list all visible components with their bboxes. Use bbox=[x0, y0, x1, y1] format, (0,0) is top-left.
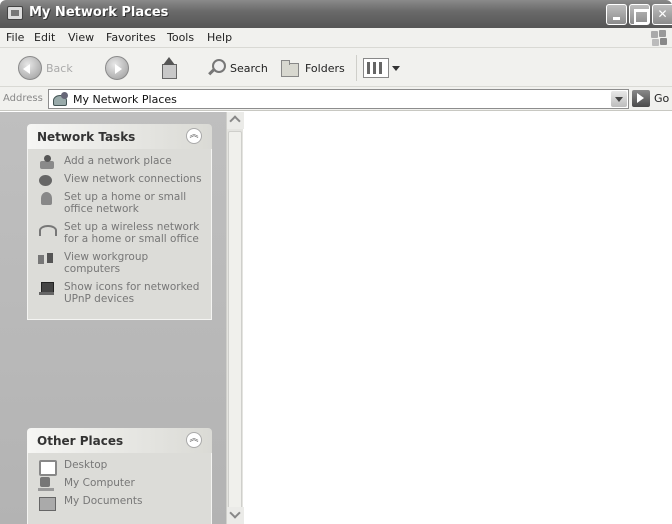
place-my-documents[interactable]: My Documents bbox=[38, 495, 205, 511]
network-places-icon bbox=[7, 6, 23, 20]
task-pane: Network Tasks ︽ Add a network place View… bbox=[0, 112, 226, 524]
task-setup-home-network[interactable]: Set up a home or small office network bbox=[38, 191, 205, 215]
close-icon: ✕ bbox=[657, 7, 668, 21]
window-title: My Network Places bbox=[29, 5, 169, 20]
windows-logo-icon bbox=[650, 29, 668, 47]
my-documents-icon bbox=[38, 495, 56, 511]
views-button[interactable] bbox=[363, 56, 400, 80]
task-pane-scrollbar[interactable] bbox=[226, 112, 244, 524]
task-label: View workgroup computers bbox=[64, 251, 149, 275]
maximize-icon bbox=[630, 9, 649, 24]
other-places-title: Other Places bbox=[37, 434, 124, 448]
network-tasks-title: Network Tasks bbox=[37, 130, 136, 144]
task-show-upnp-devices[interactable]: Show icons for networked UPnP devices bbox=[38, 281, 205, 305]
minimize-button[interactable] bbox=[606, 4, 627, 25]
scroll-up-arrow-icon[interactable] bbox=[227, 112, 244, 129]
views-icon bbox=[363, 58, 389, 78]
folders-button[interactable]: Folders bbox=[279, 56, 345, 80]
back-button[interactable]: Back bbox=[18, 56, 73, 80]
other-places-panel: Other Places ︽ Desktop My Computer My Do… bbox=[27, 428, 212, 524]
home-network-icon bbox=[38, 191, 56, 207]
scrollbar-thumb[interactable] bbox=[228, 131, 242, 509]
address-value: My Network Places bbox=[73, 93, 177, 106]
search-icon bbox=[206, 58, 226, 78]
my-computer-icon bbox=[38, 477, 56, 493]
toolbar: Back Search Folders bbox=[0, 48, 672, 87]
wireless-network-icon bbox=[38, 221, 57, 237]
add-network-place-icon bbox=[38, 155, 56, 171]
task-setup-wireless-network[interactable]: Set up a wireless network for a home or … bbox=[38, 221, 205, 245]
task-label: View network connections bbox=[64, 173, 202, 185]
network-tasks-list: Add a network place View network connect… bbox=[27, 149, 212, 320]
go-button[interactable]: Go bbox=[632, 90, 669, 107]
folders-label: Folders bbox=[305, 61, 345, 75]
forward-button[interactable] bbox=[105, 56, 129, 80]
menu-bar: File Edit View Favorites Tools Help bbox=[0, 28, 672, 48]
place-desktop[interactable]: Desktop bbox=[38, 459, 205, 476]
task-label: Set up a wireless network for a home or … bbox=[64, 221, 200, 245]
forward-arrow-icon bbox=[105, 56, 129, 80]
menu-tools[interactable]: Tools bbox=[167, 31, 194, 44]
place-label: Desktop bbox=[64, 459, 108, 471]
address-dropdown-button[interactable] bbox=[611, 91, 627, 107]
desktop-icon bbox=[38, 459, 57, 476]
minimize-icon bbox=[607, 17, 626, 20]
address-input[interactable]: My Network Places bbox=[48, 89, 629, 109]
go-label: Go bbox=[654, 92, 670, 105]
task-add-network-place[interactable]: Add a network place bbox=[38, 155, 205, 169]
menu-view[interactable]: View bbox=[68, 31, 94, 44]
network-tasks-header[interactable]: Network Tasks ︽ bbox=[27, 124, 212, 149]
search-label: Search bbox=[230, 61, 268, 75]
maximize-button[interactable] bbox=[629, 4, 650, 25]
place-label: My Documents bbox=[64, 495, 143, 507]
views-dropdown-icon bbox=[392, 65, 400, 71]
network-tasks-panel: Network Tasks ︽ Add a network place View… bbox=[27, 124, 212, 320]
task-view-network-connections[interactable]: View network connections bbox=[38, 173, 205, 186]
address-bar: Address My Network Places Go bbox=[0, 87, 672, 111]
collapse-chevron-icon[interactable]: ︽ bbox=[186, 432, 202, 448]
task-label: Show icons for networked UPnP devices bbox=[64, 281, 200, 305]
network-connections-icon bbox=[38, 173, 56, 189]
menu-edit[interactable]: Edit bbox=[34, 31, 55, 44]
up-folder-button[interactable] bbox=[158, 56, 178, 80]
up-folder-icon bbox=[158, 57, 178, 79]
close-button[interactable]: ✕ bbox=[652, 4, 672, 25]
menu-help[interactable]: Help bbox=[207, 31, 232, 44]
upnp-devices-icon bbox=[38, 281, 56, 297]
folders-icon bbox=[279, 59, 301, 77]
place-label: My Computer bbox=[64, 477, 135, 489]
toolbar-separator bbox=[356, 55, 357, 81]
menu-favorites[interactable]: Favorites bbox=[106, 31, 156, 44]
back-label: Back bbox=[46, 61, 73, 75]
task-view-workgroup-computers[interactable]: View workgroup computers bbox=[38, 251, 205, 275]
task-label: Set up a home or small office network bbox=[64, 191, 187, 215]
scroll-down-arrow-icon[interactable] bbox=[227, 507, 244, 524]
menu-file[interactable]: File bbox=[6, 31, 24, 44]
file-list-area[interactable] bbox=[244, 112, 672, 524]
network-places-icon bbox=[53, 92, 69, 106]
address-label: Address bbox=[3, 93, 43, 104]
back-arrow-icon bbox=[18, 56, 42, 80]
place-my-computer[interactable]: My Computer bbox=[38, 477, 205, 491]
search-button[interactable]: Search bbox=[206, 56, 268, 80]
other-places-header[interactable]: Other Places ︽ bbox=[27, 428, 212, 453]
other-places-list: Desktop My Computer My Documents bbox=[27, 453, 212, 524]
go-arrow-icon bbox=[632, 90, 650, 107]
task-label: Add a network place bbox=[64, 155, 172, 167]
collapse-chevron-icon[interactable]: ︽ bbox=[186, 128, 202, 144]
workgroup-computers-icon bbox=[38, 251, 56, 267]
title-bar[interactable]: My Network Places ✕ bbox=[0, 0, 672, 28]
